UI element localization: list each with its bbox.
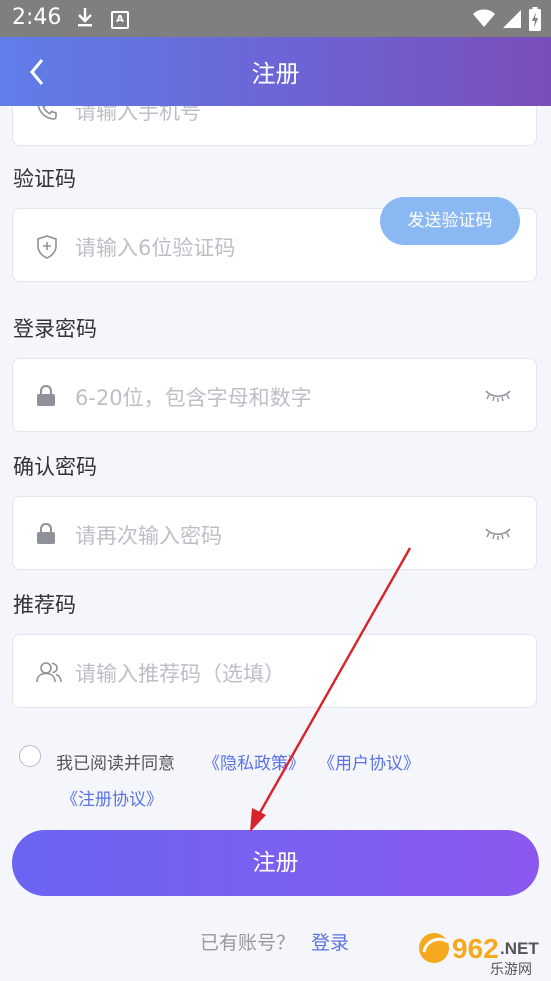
eye-closed-icon[interactable] — [484, 526, 512, 540]
password-placeholder: 6-20位，包含字母和数字 — [75, 386, 312, 410]
send-code-button[interactable]: 发送验证码 — [380, 197, 520, 245]
page-title: 注册 — [251, 60, 300, 88]
eye-closed-icon[interactable] — [484, 388, 512, 402]
privacy-policy-link[interactable]: 《隐私政策》 — [203, 749, 305, 774]
signal-icon — [503, 10, 521, 28]
login-hint: 已有账号？ — [200, 932, 296, 954]
login-link[interactable]: 登录 — [311, 928, 349, 955]
agreement-text: 我已阅读并同意 — [56, 754, 175, 774]
password-label: 登录密码 — [13, 317, 97, 341]
user-agreement-link[interactable]: 《用户协议》 — [318, 749, 420, 774]
register-button[interactable]: 注册 — [12, 830, 539, 896]
confirm-placeholder: 请再次输入密码 — [75, 524, 222, 548]
status-time: 2:46 — [12, 5, 62, 30]
register-agreement-link[interactable]: 《注册协议》 — [61, 785, 163, 810]
code-label: 验证码 — [13, 167, 76, 191]
watermark-suffix: .NET — [500, 939, 539, 958]
site-watermark-logo: 962 .NET 乐游网 — [419, 933, 539, 978]
lock-icon — [37, 384, 55, 406]
password-field[interactable]: 6-20位，包含字母和数字 — [12, 358, 537, 432]
referral-field[interactable]: 请输入推荐码（选填） — [12, 634, 537, 708]
battery-charging-icon — [529, 7, 541, 31]
a-badge-icon: A — [111, 11, 129, 29]
users-icon — [36, 662, 62, 683]
download-icon — [78, 8, 92, 27]
lock-icon — [37, 522, 55, 544]
wifi-icon — [473, 9, 495, 27]
code-placeholder: 请输入6位验证码 — [75, 236, 236, 260]
status-bar: 2:46 A — [0, 0, 551, 37]
app-header: 注册 — [0, 37, 551, 106]
shield-icon — [37, 235, 57, 259]
agreement-checkbox[interactable] — [19, 745, 41, 767]
watermark-number: 962 — [452, 933, 499, 964]
watermark-sub: 乐游网 — [490, 962, 532, 978]
confirm-field[interactable]: 请再次输入密码 — [12, 496, 537, 570]
confirm-label: 确认密码 — [13, 455, 97, 479]
referral-label: 推荐码 — [13, 593, 76, 617]
referral-placeholder: 请输入推荐码（选填） — [75, 662, 285, 686]
